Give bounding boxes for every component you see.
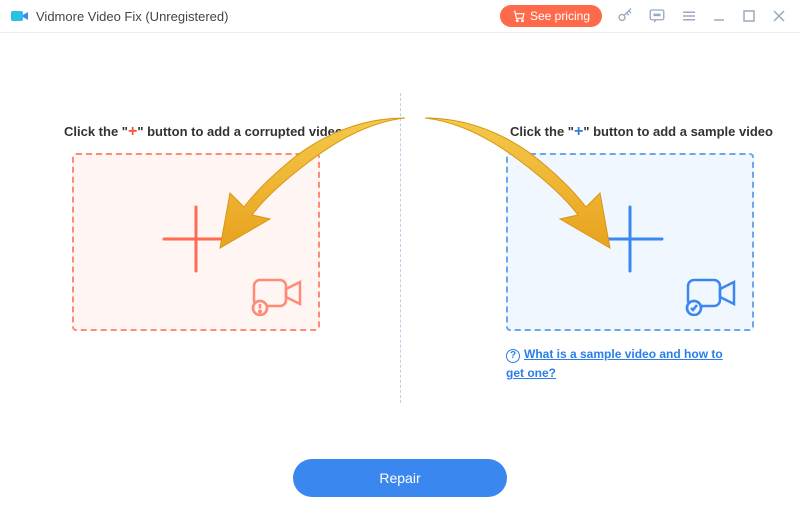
main-content: Click the "+" button to add a corrupted …	[0, 33, 800, 515]
add-sample-video-dropzone[interactable]	[506, 153, 754, 331]
key-icon[interactable]	[616, 7, 634, 25]
plus-icon: +	[128, 123, 137, 140]
add-corrupted-video-dropzone[interactable]	[72, 153, 320, 331]
help-icon: ?	[506, 349, 520, 363]
app-title: Vidmore Video Fix (Unregistered)	[36, 9, 228, 24]
minimize-button[interactable]	[712, 9, 726, 23]
maximize-button[interactable]	[742, 9, 756, 23]
titlebar: Vidmore Video Fix (Unregistered) See pri…	[0, 0, 800, 32]
menu-icon[interactable]	[680, 7, 698, 25]
close-button[interactable]	[772, 9, 786, 23]
add-sample-plus-icon	[592, 201, 668, 277]
feedback-icon[interactable]	[648, 7, 666, 25]
see-pricing-button[interactable]: See pricing	[500, 5, 602, 27]
center-divider	[400, 93, 401, 403]
app-logo-icon	[10, 6, 30, 26]
corrupted-camera-icon	[250, 272, 308, 321]
see-pricing-label: See pricing	[530, 9, 590, 23]
add-corrupted-plus-icon	[158, 201, 234, 277]
sample-camera-icon	[684, 272, 742, 321]
repair-button[interactable]: Repair	[293, 459, 507, 497]
corrupted-video-label: Click the "+" button to add a corrupted …	[64, 123, 384, 141]
sample-video-label: Click the "+" button to add a sample vid…	[510, 123, 800, 141]
plus-icon: +	[574, 123, 583, 140]
sample-video-help-link[interactable]: ?What is a sample video and how to get o…	[506, 345, 736, 383]
